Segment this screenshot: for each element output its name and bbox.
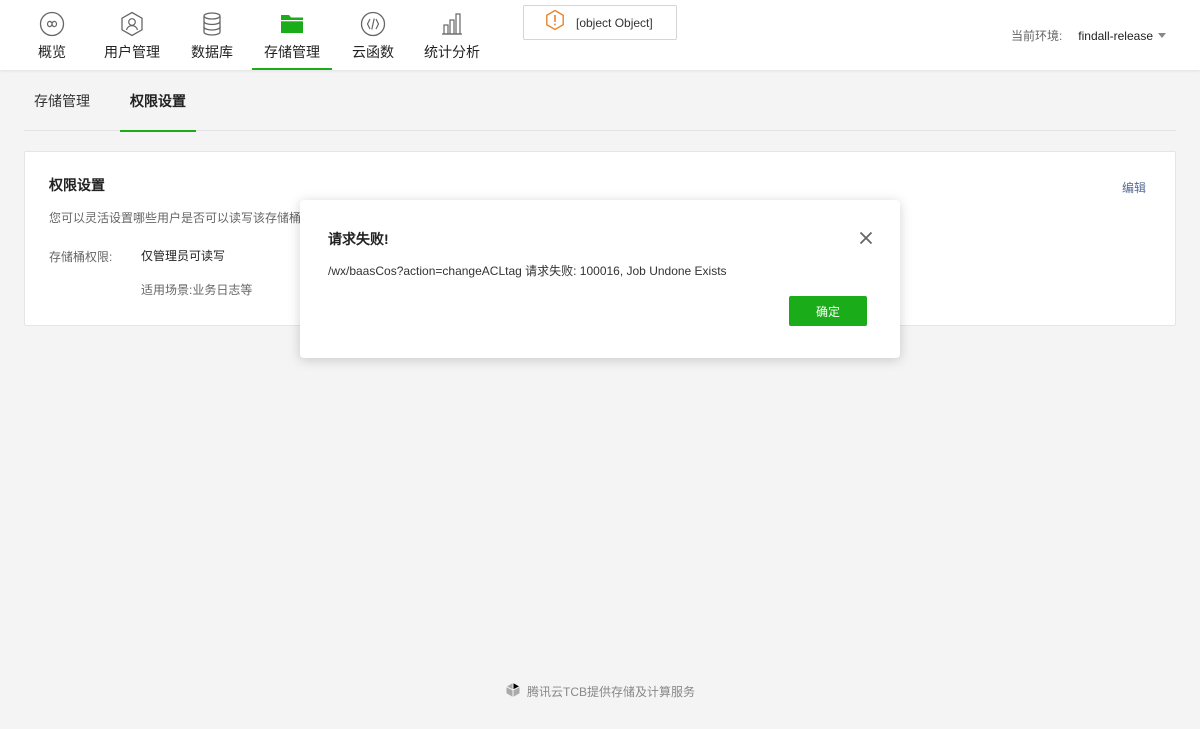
card-description: 您可以灵活设置哪些用户是否可以读写该存储桶 <box>49 211 302 225</box>
nav-label: 用户管理 <box>104 44 160 60</box>
nav-item-storage[interactable]: 存储管理 <box>252 0 332 70</box>
bar-chart-icon <box>438 10 466 38</box>
dialog-message: /wx/baasCos?action=changeACLtag 请求失败: 10… <box>328 264 727 278</box>
database-icon <box>198 10 226 38</box>
nav-label: 统计分析 <box>424 44 480 60</box>
tab-label: 存储管理 <box>34 92 90 109</box>
top-nav: 概览 用户管理 数据库 存储管理 云函数 统计分析 [object Object… <box>0 0 1200 70</box>
card-title: 权限设置 <box>49 177 105 193</box>
env-value: findall-release <box>1078 28 1153 43</box>
sub-tabs: 存储管理 权限设置 <box>24 70 1176 132</box>
nav-label: 数据库 <box>191 44 233 60</box>
dialog-title: 请求失败! <box>328 231 389 247</box>
scene-text: 适用场景:业务日志等 <box>141 283 253 297</box>
edit-link[interactable]: 编辑 <box>1122 179 1146 196</box>
caret-down-icon <box>1158 33 1166 38</box>
confirm-button[interactable]: 确定 <box>789 296 867 326</box>
nav-label: 云函数 <box>352 44 394 60</box>
permission-label: 存储桶权限: <box>49 250 113 264</box>
user-icon <box>118 10 146 38</box>
folder-icon <box>278 10 306 38</box>
nav-item-overview[interactable]: 概览 <box>33 0 71 70</box>
alert-text: [object Object] <box>576 15 653 30</box>
tab-storage[interactable]: 存储管理 <box>24 70 100 131</box>
function-icon <box>359 10 387 38</box>
nav-item-analytics[interactable]: 统计分析 <box>421 0 483 70</box>
permission-value: 仅管理员可读写 <box>141 249 226 263</box>
footer: 腾讯云TCB提供存储及计算服务 <box>0 682 1200 701</box>
tab-label: 权限设置 <box>130 92 186 109</box>
nav-label: 存储管理 <box>264 44 320 60</box>
env-selector[interactable]: 当前环境: findall-release <box>1011 27 1166 44</box>
active-tab-underline <box>120 130 196 132</box>
alert-box[interactable]: [object Object] <box>523 5 677 40</box>
infinity-icon <box>38 10 66 38</box>
nav-label: 概览 <box>38 44 66 60</box>
warning-icon <box>544 9 566 36</box>
nav-item-database[interactable]: 数据库 <box>189 0 235 70</box>
nav-item-functions[interactable]: 云函数 <box>350 0 396 70</box>
tab-permissions[interactable]: 权限设置 <box>120 70 196 132</box>
tencent-cloud-logo-icon <box>505 682 527 701</box>
nav-item-users[interactable]: 用户管理 <box>101 0 163 70</box>
error-dialog: 请求失败! /wx/baasCos?action=changeACLtag 请求… <box>300 200 900 358</box>
footer-text: 腾讯云TCB提供存储及计算服务 <box>526 685 695 699</box>
env-label: 当前环境: <box>1010 29 1063 43</box>
close-icon[interactable] <box>858 230 874 246</box>
